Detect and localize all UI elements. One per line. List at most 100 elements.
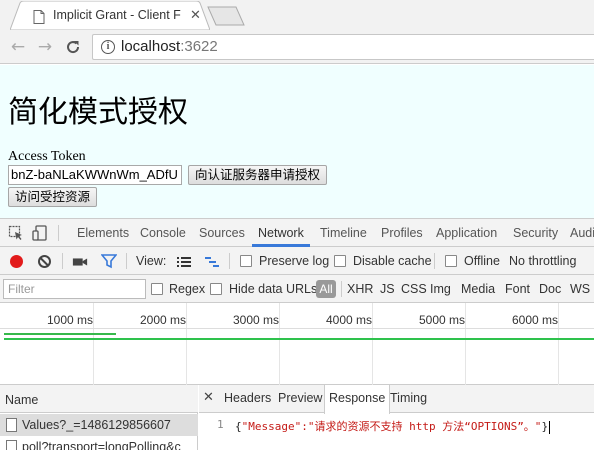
tab-network[interactable]: Network — [258, 226, 304, 240]
file-icon — [6, 440, 17, 450]
type-filter-ws[interactable]: WS — [570, 282, 590, 296]
response-body[interactable]: {"Message":"请求的资源不支持 http 方法“OPTIONS”。"} — [235, 418, 551, 434]
type-filter-xhr[interactable]: XHR — [347, 282, 373, 296]
reload-icon[interactable] — [64, 38, 82, 56]
site-info-icon[interactable]: i — [101, 40, 115, 54]
request-authorization-button[interactable]: 向认证服务器申请授权 — [188, 165, 328, 185]
back-arrow-icon[interactable]: ← — [9, 38, 27, 56]
response-json: "Message":"请求的资源不支持 http 方法“OPTIONS”。" — [241, 420, 542, 433]
address-bar[interactable]: i localhost:3622 — [92, 34, 594, 60]
timeline-header-divider — [0, 328, 594, 329]
tab-profiles[interactable]: Profiles — [381, 226, 423, 240]
tab-security[interactable]: Security — [513, 226, 558, 240]
timeline-label: 2000 ms — [140, 313, 187, 327]
large-rows-icon[interactable] — [176, 254, 192, 270]
timeline-label: 6000 ms — [512, 313, 559, 327]
url-port: :3622 — [180, 38, 218, 55]
type-filter-font[interactable]: Font — [505, 282, 530, 296]
name-column-header[interactable]: Name — [0, 385, 198, 413]
request-row[interactable]: poll?transport=longPolling&c — [0, 436, 198, 450]
timeline-label: 3000 ms — [233, 313, 280, 327]
access-token-label: Access Token — [8, 149, 86, 164]
disable-cache-label: Disable cache — [353, 254, 432, 268]
tab-audits[interactable]: Audi — [570, 226, 594, 240]
timeline-label: 5000 ms — [419, 313, 466, 327]
view-label: View: — [136, 254, 167, 268]
regex-checkbox[interactable] — [151, 283, 163, 295]
tab-title: Implicit Grant - Client F — [53, 8, 181, 22]
tab-sources[interactable]: Sources — [199, 226, 245, 240]
toolbar-divider — [229, 253, 230, 269]
tab-preview[interactable]: Preview — [274, 385, 326, 413]
filter-input[interactable] — [3, 279, 146, 299]
device-toolbar-icon[interactable] — [32, 225, 48, 241]
tab-headers[interactable]: Headers — [220, 385, 275, 413]
timeline-gridline — [93, 303, 94, 385]
waterfall-overview-icon[interactable] — [204, 254, 220, 270]
timeline-gridline — [465, 303, 466, 385]
devtools-panel: Elements Console Sources Network Timelin… — [0, 218, 594, 450]
type-filter-js[interactable]: JS — [380, 282, 395, 296]
page-content: 简化模式授权 Access Token bnZ-baNLaKWWnWm_ADfU… — [0, 65, 594, 218]
filter-funnel-icon[interactable] — [101, 253, 117, 269]
timeline-gridline — [372, 303, 373, 385]
response-line[interactable]: 1 {"Message":"请求的资源不支持 http 方法“OPTIONS”。… — [199, 415, 594, 435]
file-icon — [6, 418, 17, 432]
toolbar-divider — [58, 225, 59, 241]
offline-label: Offline — [464, 254, 500, 268]
screenshot-camera-icon[interactable] — [72, 254, 88, 270]
page-favicon-icon — [33, 10, 45, 24]
name-header-label: Name — [5, 393, 39, 407]
timeline-label: 1000 ms — [47, 313, 94, 327]
hide-data-urls-label: Hide data URLs — [229, 282, 318, 296]
type-filter-img[interactable]: Img — [430, 282, 451, 296]
browser-tab[interactable]: Implicit Grant - Client F ✕ — [10, 1, 210, 30]
disable-cache-checkbox[interactable] — [334, 255, 346, 267]
offline-checkbox[interactable] — [445, 255, 457, 267]
tab-close-icon[interactable]: ✕ — [190, 8, 201, 23]
filter-divider — [341, 281, 342, 297]
type-filter-css[interactable]: CSS — [401, 282, 427, 296]
devtools-tab-bar: Elements Console Sources Network Timelin… — [0, 219, 594, 247]
throttling-select[interactable]: No throttling — [509, 254, 576, 268]
line-number: 1 — [217, 418, 224, 431]
tab-console[interactable]: Console — [140, 226, 186, 240]
request-name: poll?transport=longPolling&c — [22, 440, 181, 450]
close-brace: } — [541, 420, 549, 433]
access-token-input[interactable]: bnZ-baNLaKWWnWm_ADfU — [8, 165, 182, 185]
network-toolbar: View: Preserve log Disable cache Offline… — [0, 247, 594, 275]
type-filter-doc[interactable]: Doc — [539, 282, 561, 296]
network-overview-timeline[interactable]: 1000 ms 2000 ms 3000 ms 4000 ms 5000 ms … — [0, 303, 594, 385]
new-tab-button[interactable] — [206, 6, 246, 26]
filter-bar: Regex Hide data URLs All XHR JS CSS Img … — [0, 275, 594, 303]
preserve-log-label: Preserve log — [259, 254, 330, 268]
preserve-log-checkbox[interactable] — [240, 255, 252, 267]
hide-data-urls-checkbox[interactable] — [210, 283, 222, 295]
tab-timeline[interactable]: Timeline — [320, 226, 367, 240]
timeline-request-bar — [4, 333, 116, 335]
timeline-gridline — [186, 303, 187, 385]
access-resource-button[interactable]: 访问受控资源 — [8, 187, 98, 207]
url-text: localhost:3622 — [121, 38, 218, 55]
request-row[interactable]: Values?_=1486129856607 — [0, 414, 198, 436]
close-detail-icon[interactable]: ✕ — [203, 390, 214, 405]
url-host: localhost — [121, 38, 181, 55]
tab-response[interactable]: Response — [324, 385, 391, 414]
type-filter-all[interactable]: All — [316, 280, 336, 298]
toolbar-divider — [62, 253, 63, 269]
open-brace: { — [235, 420, 242, 433]
tab-elements[interactable]: Elements — [77, 226, 129, 240]
request-name: Values?_=1486129856607 — [22, 418, 171, 432]
timeline-gridline — [558, 303, 559, 385]
toolbar-divider — [126, 253, 127, 269]
detail-tab-bar: ✕ Headers Preview Response Timing — [199, 385, 594, 414]
browser-toolbar: ← → i localhost:3622 — [0, 30, 594, 64]
tab-application[interactable]: Application — [436, 226, 497, 240]
inspect-element-icon[interactable] — [8, 225, 24, 241]
record-icon[interactable] — [10, 255, 23, 268]
type-filter-media[interactable]: Media — [461, 282, 495, 296]
forward-arrow-icon[interactable]: → — [36, 38, 54, 56]
clear-icon[interactable] — [38, 255, 51, 268]
tab-timing[interactable]: Timing — [386, 385, 431, 413]
timeline-request-bar — [4, 338, 594, 340]
